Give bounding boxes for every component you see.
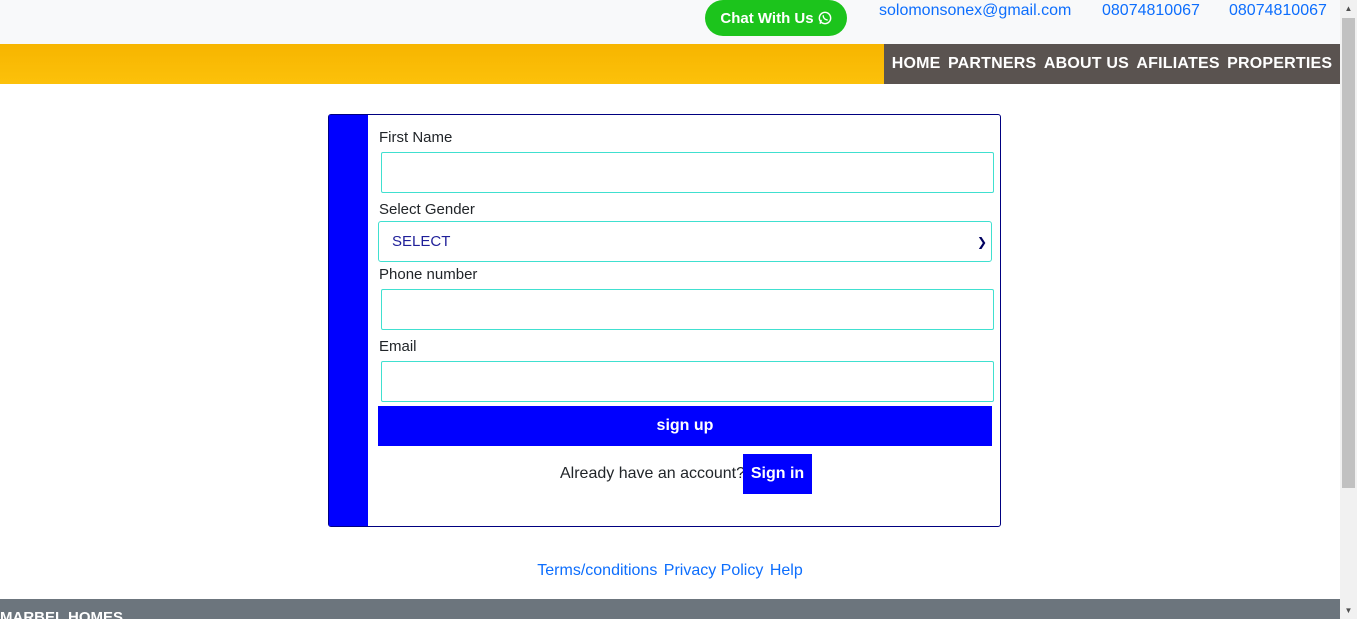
first-name-input[interactable] xyxy=(381,152,994,193)
email-input[interactable] xyxy=(381,361,994,402)
nav-item-partners[interactable]: PARTNERS xyxy=(948,55,1036,73)
scrollbar-thumb[interactable] xyxy=(1342,18,1355,488)
sign-up-button[interactable]: sign up xyxy=(378,406,992,446)
chat-label: Chat With Us xyxy=(720,9,814,27)
page-scrollbar[interactable]: ▲ ▼ xyxy=(1340,0,1357,619)
chevron-down-icon: ❯ xyxy=(976,234,987,249)
nav-item-home[interactable]: HOME xyxy=(892,55,941,73)
first-name-label: First Name xyxy=(379,129,453,146)
phone-label: Phone number xyxy=(379,266,478,283)
gender-select[interactable]: SELECT ❯ xyxy=(378,221,992,262)
privacy-policy-link[interactable]: Privacy Policy xyxy=(664,562,764,579)
email-label: Email xyxy=(379,338,417,355)
site-footer: MARBEL HOMES xyxy=(0,599,1340,619)
top-contact-bar: Chat With Us solomonsonex@gmail.com 0807… xyxy=(0,0,1340,44)
gender-label: Select Gender xyxy=(379,201,475,218)
signup-form-card: First Name Select Gender SELECT ❯ Phone … xyxy=(328,114,1001,527)
have-account-text: Already have an account? xyxy=(560,465,746,482)
scroll-down-arrow-icon[interactable]: ▼ xyxy=(1340,602,1357,619)
help-link[interactable]: Help xyxy=(770,562,803,579)
whatsapp-icon xyxy=(818,11,831,25)
nav-item-afiliates[interactable]: AFILIATES xyxy=(1136,55,1219,73)
card-accent-stripe xyxy=(329,115,368,526)
chat-with-us-button[interactable]: Chat With Us xyxy=(705,0,847,36)
main-navbar: HOME PARTNERS ABOUT US AFILIATES PROPERT… xyxy=(0,44,1340,84)
footer-links: Terms/conditions Privacy Policy Help xyxy=(0,562,1340,580)
scroll-up-arrow-icon[interactable]: ▲ xyxy=(1340,0,1357,17)
contact-phone-link[interactable]: 08074810067 xyxy=(1102,2,1200,20)
sign-in-button[interactable]: Sign in xyxy=(743,454,812,494)
nav-item-properties[interactable]: PROPERTIES xyxy=(1227,55,1332,73)
nav-item-about-us[interactable]: ABOUT US xyxy=(1044,55,1129,73)
footer-brand: MARBEL HOMES xyxy=(0,609,124,619)
terms-link[interactable]: Terms/conditions xyxy=(537,562,657,579)
contact-email-link[interactable]: solomonsonex@gmail.com xyxy=(879,2,1071,20)
contact-phone-link-2[interactable]: 08074810067 xyxy=(1229,2,1327,20)
phone-input[interactable] xyxy=(381,289,994,330)
nav-menu: HOME PARTNERS ABOUT US AFILIATES PROPERT… xyxy=(884,44,1340,84)
gender-selected-value: SELECT xyxy=(392,233,451,250)
